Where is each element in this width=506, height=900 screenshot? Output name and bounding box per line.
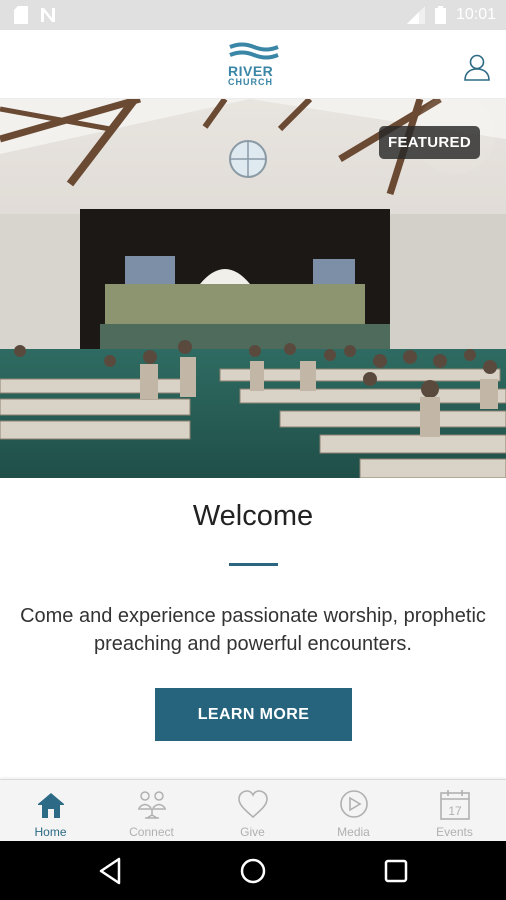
- play-icon: [339, 790, 368, 818]
- status-bar: 10:01: [0, 0, 506, 30]
- featured-badge: FEATURED: [379, 126, 480, 159]
- calendar-day-number: 17: [448, 804, 462, 818]
- logo-line-river: RIVER: [228, 63, 274, 79]
- battery-icon: [434, 6, 446, 24]
- sd-card-icon: [14, 6, 28, 24]
- tab-give-label: Give: [240, 825, 265, 839]
- river-waves-icon: [229, 42, 279, 60]
- cell-signal-icon: [406, 6, 425, 24]
- no-signal-icon: [41, 8, 55, 22]
- people-icon: [137, 791, 166, 819]
- tab-home[interactable]: Home: [0, 780, 101, 842]
- home-circle-icon[interactable]: [237, 855, 269, 887]
- app-bar: RIVER CHURCH: [0, 30, 506, 99]
- tab-connect[interactable]: Connect: [101, 780, 202, 842]
- logo-line-church: CHURCH: [228, 77, 273, 87]
- tab-media-label: Media: [337, 825, 370, 839]
- tab-home-label: Home: [34, 825, 67, 839]
- user-icon[interactable]: [462, 52, 492, 82]
- status-time: 10:01: [455, 6, 496, 23]
- welcome-title: Welcome: [192, 500, 314, 532]
- title-divider: [229, 563, 278, 566]
- church-logo[interactable]: RIVER CHURCH: [224, 42, 284, 88]
- recents-icon[interactable]: [380, 855, 412, 887]
- tab-give[interactable]: Give: [202, 780, 303, 842]
- home-icon: [37, 793, 64, 818]
- heart-icon: [237, 790, 268, 819]
- tab-connect-label: Connect: [129, 825, 174, 839]
- calendar-icon: 17: [439, 790, 470, 820]
- back-icon[interactable]: [95, 855, 127, 887]
- bottom-tab-bar: Home Connect Give Media 17 Events: [0, 779, 506, 842]
- tab-events[interactable]: 17 Events: [404, 780, 505, 842]
- tab-media[interactable]: Media: [303, 780, 404, 842]
- learn-more-button[interactable]: LEARN MORE: [155, 688, 352, 741]
- tab-events-label: Events: [436, 825, 473, 839]
- featured-hero-image[interactable]: FEATURED: [0, 99, 506, 478]
- system-nav-bar: [0, 841, 506, 900]
- welcome-tagline: Come and experience passionate worship, …: [20, 605, 486, 655]
